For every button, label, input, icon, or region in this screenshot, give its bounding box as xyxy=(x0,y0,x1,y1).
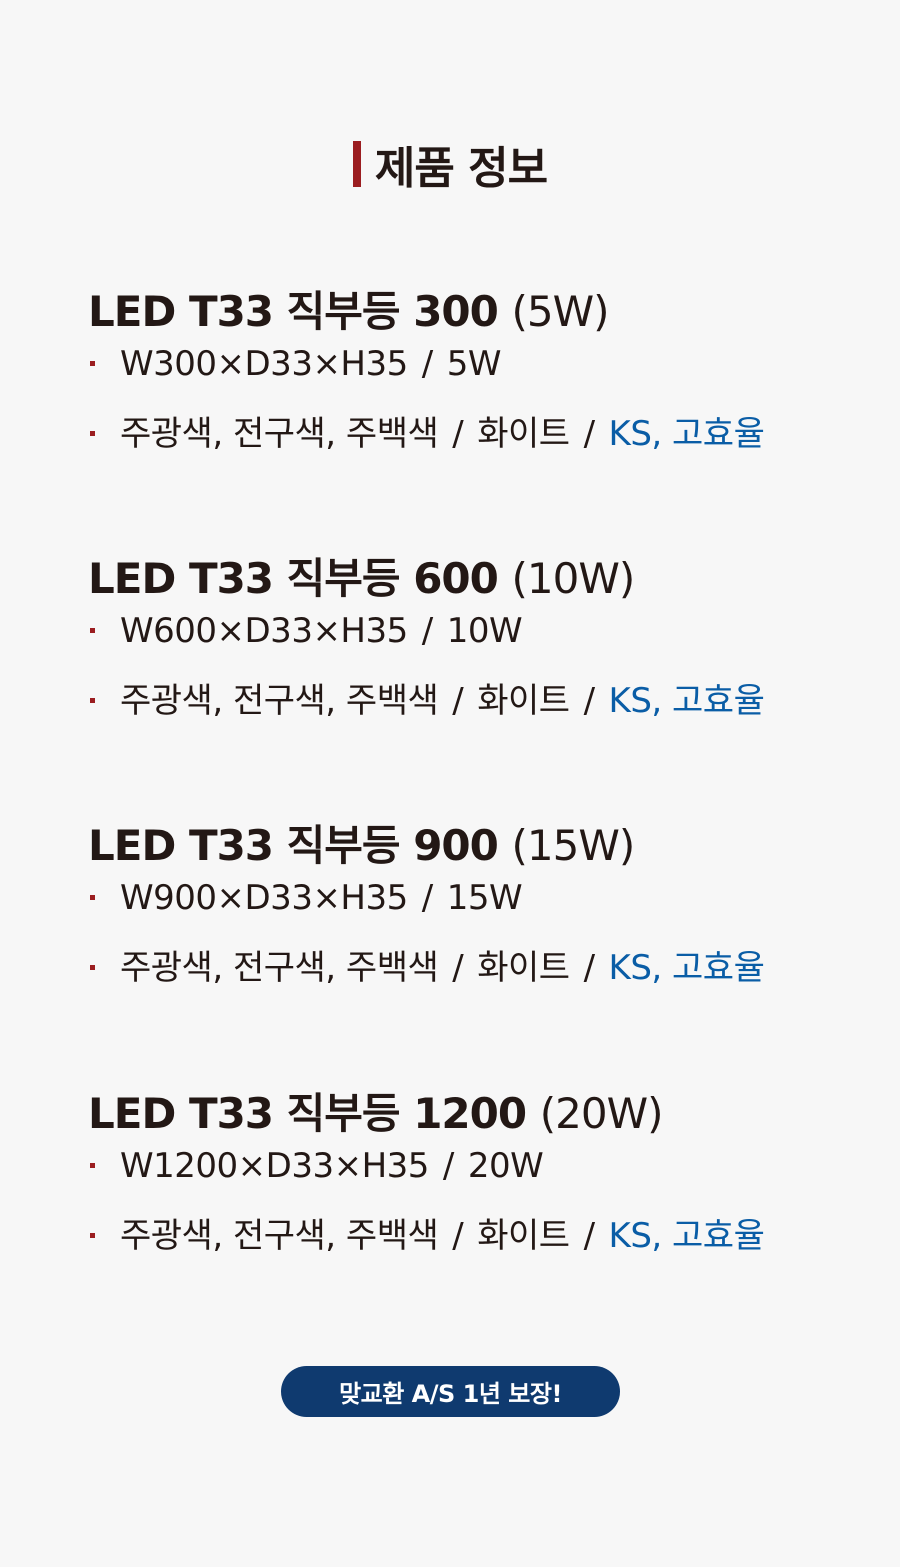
separator: / xyxy=(452,681,464,721)
power-value: 15W xyxy=(446,878,523,918)
bullet-icon xyxy=(90,628,95,633)
bullet-icon xyxy=(90,1233,95,1238)
product-model: LED T33 직부등 300 xyxy=(88,287,499,336)
page-title: 제품 정보 xyxy=(374,143,548,194)
product-model: LED T33 직부등 600 xyxy=(88,554,499,603)
warranty-badge: 맞교환 A/S 1년 보장! xyxy=(281,1366,620,1417)
spec-dimensions: W900×D33×H35 / 15W xyxy=(88,876,868,920)
separator: / xyxy=(583,948,595,988)
certification: KS, 고효율 xyxy=(608,414,765,454)
power-value: 10W xyxy=(446,611,523,651)
separator: / xyxy=(583,1216,595,1256)
bullet-icon xyxy=(90,1163,95,1168)
spec-colors: 주광색, 전구색, 주백색 / 화이트 / KS, 고효율 xyxy=(88,1214,868,1258)
product-wattage: (10W) xyxy=(511,554,636,603)
spec-colors: 주광색, 전구색, 주백색 / 화이트 / KS, 고효율 xyxy=(88,679,868,723)
certification: KS, 고효율 xyxy=(608,681,765,721)
light-colors: 주광색, 전구색, 주백색 xyxy=(120,681,439,721)
product-wattage: (20W) xyxy=(539,1089,664,1138)
bullet-icon xyxy=(90,698,95,703)
bullet-icon xyxy=(90,431,95,436)
product-name: LED T33 직부등 600 (10W) xyxy=(88,551,868,607)
bullet-icon xyxy=(90,965,95,970)
certification: KS, 고효율 xyxy=(608,948,765,988)
product-name: LED T33 직부등 300 (5W) xyxy=(88,284,868,340)
light-colors: 주광색, 전구색, 주백색 xyxy=(120,414,439,454)
product-name: LED T33 직부등 1200 (20W) xyxy=(88,1086,868,1142)
separator: / xyxy=(583,414,595,454)
certification: KS, 고효율 xyxy=(608,1216,765,1256)
power-value: 5W xyxy=(446,344,502,384)
light-colors: 주광색, 전구색, 주백색 xyxy=(120,948,439,988)
size-value: W1200×D33×H35 xyxy=(120,1146,429,1186)
light-colors: 주광색, 전구색, 주백색 xyxy=(120,1216,439,1256)
separator: / xyxy=(452,414,464,454)
product-block: LED T33 직부등 900 (15W) W900×D33×H35 / 15W 주… xyxy=(88,818,868,990)
product-wattage: (5W) xyxy=(511,287,610,336)
product-name: LED T33 직부등 900 (15W) xyxy=(88,818,868,874)
product-block: LED T33 직부등 1200 (20W) W1200×D33×H35/20W… xyxy=(88,1086,868,1258)
size-value: W600×D33×H35 xyxy=(120,611,408,651)
separator: / xyxy=(421,344,433,384)
size-value: W900×D33×H35 xyxy=(120,878,408,918)
separator: / xyxy=(452,948,464,988)
title-accent-bar xyxy=(352,141,361,187)
product-block: LED T33 직부등 300 (5W) W300×D33×H35 / 5W 주광색… xyxy=(88,284,868,456)
body-color: 화이트 xyxy=(477,681,570,721)
spec-colors: 주광색, 전구색, 주백색 / 화이트 / KS, 고효율 xyxy=(88,412,868,456)
body-color: 화이트 xyxy=(477,414,570,454)
separator: / xyxy=(452,1216,464,1256)
separator: / xyxy=(421,878,433,918)
power-value: 20W xyxy=(467,1146,544,1186)
product-model: LED T33 직부등 1200 xyxy=(88,1089,527,1138)
product-block: LED T33 직부등 600 (10W) W600×D33×H35 / 10W 주… xyxy=(88,551,868,723)
spec-dimensions: W1200×D33×H35 / 20W xyxy=(88,1144,868,1188)
spec-dimensions: W600×D33×H35 / 10W xyxy=(88,609,868,653)
warranty-badge-label: 맞교환 A/S 1년 보장! xyxy=(339,1380,562,1408)
bullet-icon xyxy=(90,361,95,366)
separator: / xyxy=(421,611,433,651)
body-color: 화이트 xyxy=(477,1216,570,1256)
product-wattage: (15W) xyxy=(511,821,636,870)
product-model: LED T33 직부등 900 xyxy=(88,821,499,870)
spec-dimensions: W300×D33×H35 / 5W xyxy=(88,342,868,386)
bullet-icon xyxy=(90,895,95,900)
separator: / xyxy=(442,1146,454,1186)
separator: / xyxy=(583,681,595,721)
section-header: 제품 정보 xyxy=(0,132,900,196)
size-value: W300×D33×H35 xyxy=(120,344,408,384)
body-color: 화이트 xyxy=(477,948,570,988)
spec-colors: 주광색, 전구색, 주백색 / 화이트 / KS, 고효율 xyxy=(88,946,868,990)
